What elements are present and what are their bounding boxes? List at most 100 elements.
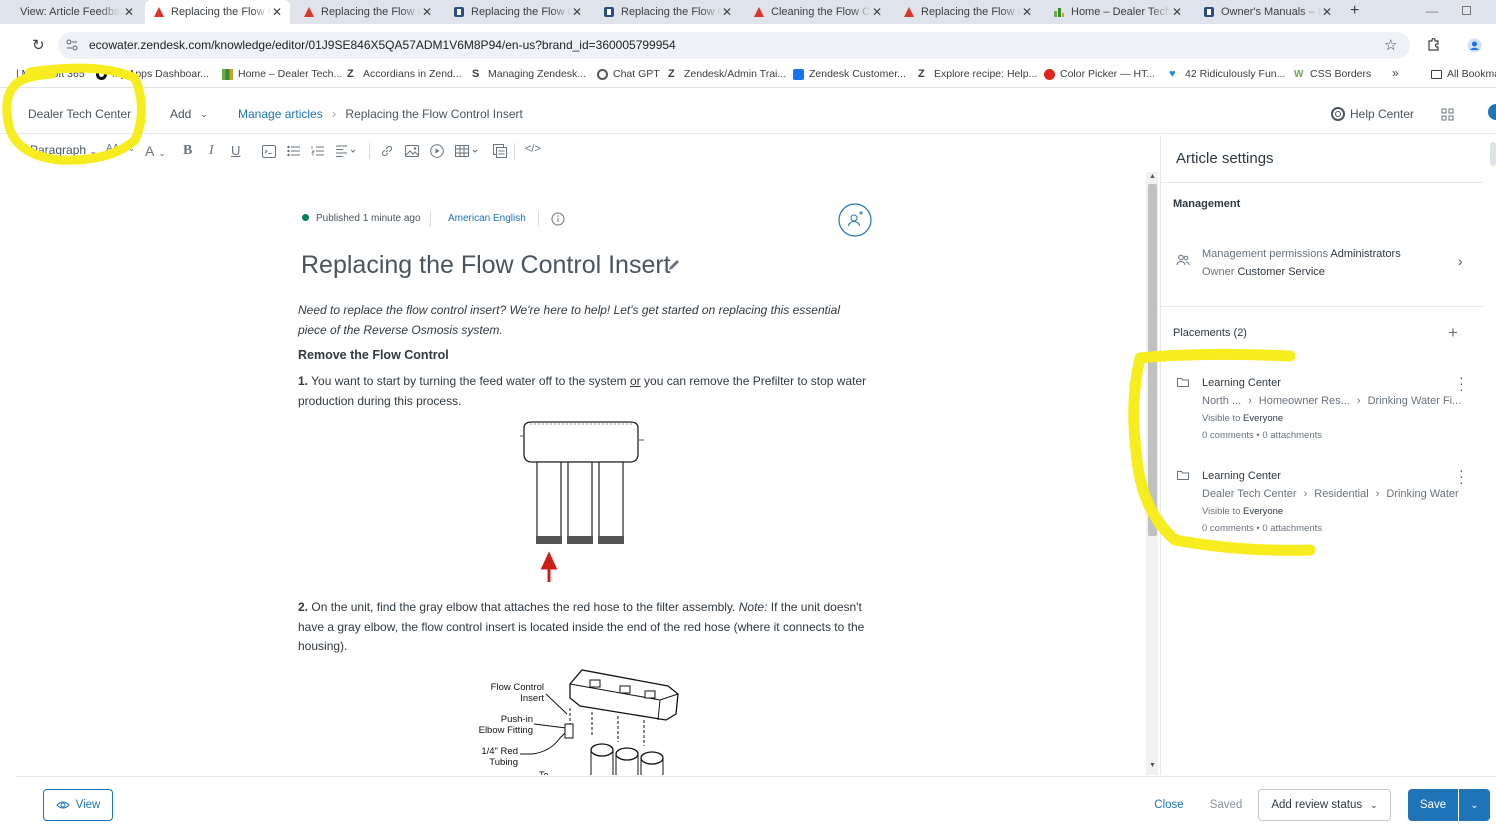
breadcrumb-manage-articles[interactable]: Manage articles <box>238 107 323 121</box>
blue-square-icon <box>604 7 614 17</box>
review-status-label: Add review status <box>1271 799 1363 811</box>
chevron-down-icon: ⌄ <box>1370 799 1378 810</box>
intro-paragraph[interactable]: Need to replace the flow control insert?… <box>298 301 868 340</box>
language-link[interactable]: American English <box>448 213 526 224</box>
close-icon[interactable]: ✕ <box>1022 5 1032 19</box>
divider <box>538 211 539 227</box>
red-triangle-icon <box>904 7 914 17</box>
bookmark-label: Explore recipe: Help... <box>934 68 1038 80</box>
bookmark-item[interactable]: Zendesk Customer... <box>793 68 906 80</box>
management-permissions: Management permissions Administrators <box>1202 248 1401 260</box>
browser-tab[interactable]: View: Article Feedback ✕ <box>12 0 142 24</box>
bold-icon[interactable]: B <box>183 143 192 159</box>
save-button[interactable]: Save <box>1408 789 1458 821</box>
tab-label: Owner's Manuals – N <box>1221 6 1321 18</box>
scroll-down-icon[interactable]: ▼ <box>1149 762 1156 769</box>
info-icon[interactable] <box>551 212 565 226</box>
site-settings-icon[interactable] <box>66 39 78 51</box>
more-bookmarks-icon[interactable]: » <box>1392 66 1399 80</box>
more-options-icon[interactable]: · · · <box>1459 463 1464 489</box>
underline-icon[interactable]: U <box>231 143 240 158</box>
panel-scrollbar[interactable] <box>1490 142 1496 166</box>
close-icon[interactable]: ✕ <box>422 5 432 19</box>
bookmark-item[interactable]: Z Accordians in Zend... <box>347 68 462 80</box>
add-menu[interactable]: Add ⌄ <box>170 107 208 121</box>
align-icon[interactable] <box>336 145 356 157</box>
link-icon[interactable] <box>380 144 394 158</box>
browser-tab[interactable]: Replacing the Flow Control ✕ <box>595 0 740 24</box>
italic-icon[interactable]: I <box>209 143 214 159</box>
close-icon[interactable]: ✕ <box>272 5 282 19</box>
view-button[interactable]: View <box>43 789 113 821</box>
bookmark-item[interactable]: Color Picker — HT... <box>1044 68 1155 80</box>
browser-tab[interactable]: Replacing the Flow Control ✕ <box>895 0 1040 24</box>
numbered-list-icon[interactable] <box>311 145 324 157</box>
profile-icon[interactable] <box>1467 38 1482 53</box>
bookmark-item[interactable]: | Microsoft 365 <box>16 68 85 80</box>
bullet-list-icon[interactable] <box>287 145 300 157</box>
step-note-label: Note: <box>738 600 768 614</box>
code-block-icon[interactable] <box>262 145 276 158</box>
folder-icon <box>1177 471 1189 480</box>
scroll-up-icon[interactable]: ▲ <box>1149 173 1156 180</box>
review-status-dropdown[interactable]: Add review status ⌄ <box>1258 789 1391 821</box>
save-options-button[interactable]: ⌄ <box>1459 789 1490 821</box>
close-button[interactable]: Close <box>1150 797 1188 813</box>
content-block-icon[interactable] <box>493 144 507 158</box>
pencil-icon[interactable] <box>667 258 681 272</box>
chevron-right-icon: › <box>1375 488 1380 500</box>
font-size-dropdown[interactable]: AA ⌄ <box>106 143 135 154</box>
reload-icon[interactable]: ↻ <box>32 36 45 54</box>
section-heading[interactable]: Remove the Flow Control <box>298 346 868 366</box>
text-color-button[interactable]: A ⌄ <box>145 143 166 159</box>
close-icon[interactable]: ✕ <box>124 5 134 19</box>
close-icon[interactable]: ✕ <box>722 5 732 19</box>
add-placement-icon[interactable]: + <box>1448 323 1458 343</box>
format-dropdown[interactable]: Paragraph ⌄ <box>30 143 97 157</box>
apps-grid-icon[interactable] <box>1441 108 1454 121</box>
bookmark-item[interactable]: S Managing Zendesk... <box>472 68 586 80</box>
browser-tab[interactable]: Owner's Manuals – N ✕ <box>1195 0 1340 24</box>
browser-tab[interactable]: Replacing the Flow Control ✕ <box>445 0 590 24</box>
close-icon[interactable]: ✕ <box>1172 5 1182 19</box>
close-icon[interactable]: ✕ <box>872 5 882 19</box>
browser-tab[interactable]: Replacing the Flow Control ✕ <box>295 0 440 24</box>
toolbar-divider <box>514 143 515 159</box>
add-collaborator-button[interactable] <box>838 203 872 237</box>
extensions-icon[interactable] <box>1426 38 1440 52</box>
star-icon[interactable]: ☆ <box>1384 36 1397 54</box>
browser-tab[interactable]: Home – Dealer Tech ✕ <box>1045 0 1190 24</box>
bookmark-item[interactable]: Z Explore recipe: Help... <box>918 68 1037 80</box>
minimize-icon[interactable]: — <box>1426 4 1438 18</box>
chevron-right-icon: › <box>1248 395 1252 407</box>
management-permissions-row[interactable] <box>1161 238 1484 288</box>
bookmark-item[interactable]: All Bookmarks <box>1431 68 1496 80</box>
step-1[interactable]: 1. You want to start by turning the feed… <box>298 372 868 411</box>
source-code-icon[interactable]: </> <box>525 143 541 155</box>
restore-icon[interactable] <box>1462 6 1471 15</box>
table-icon[interactable] <box>455 145 479 157</box>
new-tab-icon[interactable]: + <box>1350 2 1359 20</box>
article-title[interactable]: Replacing the Flow Control Insert <box>301 251 671 280</box>
image-icon[interactable] <box>405 145 419 157</box>
bookmark-item[interactable]: Z Zendesk/Admin Trai... <box>668 68 786 80</box>
bookmark-item[interactable]: W CSS Borders <box>1294 68 1371 80</box>
step-2[interactable]: 2. On the unit, find the gray elbow that… <box>298 598 868 657</box>
browser-tab[interactable]: Cleaning the Flow Control ✕ <box>745 0 890 24</box>
close-icon[interactable]: ✕ <box>1322 5 1332 19</box>
video-icon[interactable] <box>430 144 444 158</box>
help-center-link[interactable]: Help Center <box>1331 107 1414 121</box>
bookmark-item[interactable]: My Apps Dashboar... <box>96 68 209 80</box>
brand-switcher[interactable]: Dealer Tech Center ⌄ <box>28 107 145 121</box>
more-options-icon[interactable]: · · · <box>1459 370 1464 396</box>
placement-visibility: Visible to Everyone <box>1202 413 1284 424</box>
bookmark-item[interactable]: Home – Dealer Tech... <box>222 68 342 80</box>
placement-title: Learning Center <box>1202 470 1281 482</box>
editor-scrollbar-thumb[interactable] <box>1148 184 1157 536</box>
browser-tab-active[interactable]: Replacing the Flow Control ✕ <box>145 0 290 24</box>
bookmark-item[interactable]: ♥ 42 Ridiculously Fun... <box>1169 68 1285 80</box>
close-icon[interactable]: ✕ <box>572 5 582 19</box>
chevron-down-icon: ⌄ <box>127 143 136 153</box>
bookmark-item[interactable]: Chat GPT <box>597 68 660 80</box>
tab-label: Replacing the Flow Control <box>471 6 571 18</box>
